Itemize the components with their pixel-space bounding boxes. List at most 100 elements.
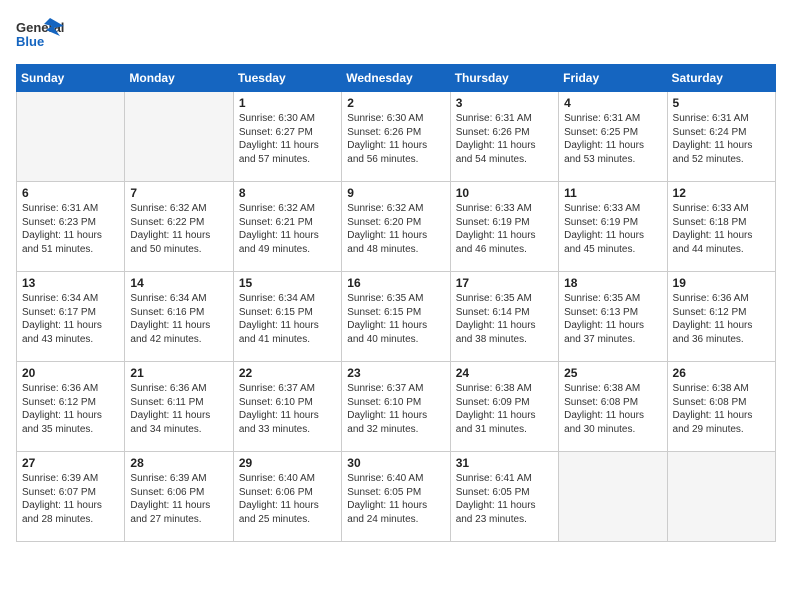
calendar-cell: 28 Sunrise: 6:39 AMSunset: 6:06 PMDayligh… — [125, 452, 233, 542]
calendar-cell: 11 Sunrise: 6:33 AMSunset: 6:19 PMDayligh… — [559, 182, 667, 272]
weekday-header: Friday — [559, 65, 667, 92]
cell-info: Sunrise: 6:31 AMSunset: 6:25 PMDaylight:… — [564, 112, 661, 166]
calendar-cell: 22Sunrise: 6:37 AMSunset: 6:10 PMDayligh… — [233, 362, 341, 452]
calendar-week: 6 Sunrise: 6:31 AMSunset: 6:23 PMDaylight… — [17, 182, 776, 272]
cell-info: Sunrise: 6:39 AMSunset: 6:06 PMDaylight:… — [130, 472, 227, 526]
day-number: 9 — [347, 186, 444, 200]
calendar-cell: 24 Sunrise: 6:38 AMSunset: 6:09 PMDayligh… — [450, 362, 558, 452]
calendar-cell: 15 Sunrise: 6:34 AMSunset: 6:15 PMDayligh… — [233, 272, 341, 362]
cell-info: Sunrise: 6:35 AMSunset: 6:15 PMDaylight:… — [347, 292, 444, 346]
calendar-cell — [667, 452, 775, 542]
day-number: 31 — [456, 456, 553, 470]
calendar-cell: 12 Sunrise: 6:33 AMSunset: 6:18 PMDayligh… — [667, 182, 775, 272]
cell-info: Sunrise: 6:31 AMSunset: 6:26 PMDaylight:… — [456, 112, 553, 166]
calendar-cell: 10 Sunrise: 6:33 AMSunset: 6:19 PMDayligh… — [450, 182, 558, 272]
cell-info: Sunrise: 6:39 AMSunset: 6:07 PMDaylight:… — [22, 472, 119, 526]
cell-info: Sunrise: 6:36 AMSunset: 6:12 PMDaylight:… — [22, 382, 119, 436]
day-number: 10 — [456, 186, 553, 200]
day-number: 24 — [456, 366, 553, 380]
day-number: 26 — [673, 366, 770, 380]
weekday-header: Monday — [125, 65, 233, 92]
day-number: 14 — [130, 276, 227, 290]
weekday-header: Wednesday — [342, 65, 450, 92]
day-number: 18 — [564, 276, 661, 290]
calendar-cell: 8 Sunrise: 6:32 AMSunset: 6:21 PMDaylight… — [233, 182, 341, 272]
day-number: 17 — [456, 276, 553, 290]
cell-info: Sunrise: 6:36 AMSunset: 6:11 PMDaylight:… — [130, 382, 227, 436]
calendar-cell: 25Sunrise: 6:38 AMSunset: 6:08 PMDayligh… — [559, 362, 667, 452]
calendar-cell: 3 Sunrise: 6:31 AMSunset: 6:26 PMDaylight… — [450, 92, 558, 182]
cell-info: Sunrise: 6:37 AMSunset: 6:10 PMDaylight:… — [347, 382, 444, 436]
day-number: 20 — [22, 366, 119, 380]
cell-info: Sunrise: 6:32 AMSunset: 6:22 PMDaylight:… — [130, 202, 227, 256]
svg-text:Blue: Blue — [16, 34, 44, 49]
cell-info: Sunrise: 6:36 AMSunset: 6:12 PMDaylight:… — [673, 292, 770, 346]
calendar-cell: 27 Sunrise: 6:39 AMSunset: 6:07 PMDayligh… — [17, 452, 125, 542]
calendar-cell: 4 Sunrise: 6:31 AMSunset: 6:25 PMDaylight… — [559, 92, 667, 182]
day-number: 13 — [22, 276, 119, 290]
calendar-cell: 29Sunrise: 6:40 AMSunset: 6:06 PMDayligh… — [233, 452, 341, 542]
weekday-header: Sunday — [17, 65, 125, 92]
cell-info: Sunrise: 6:32 AMSunset: 6:21 PMDaylight:… — [239, 202, 336, 256]
calendar-cell: 30 Sunrise: 6:40 AMSunset: 6:05 PMDayligh… — [342, 452, 450, 542]
day-number: 3 — [456, 96, 553, 110]
cell-info: Sunrise: 6:33 AMSunset: 6:19 PMDaylight:… — [456, 202, 553, 256]
cell-info: Sunrise: 6:38 AMSunset: 6:09 PMDaylight:… — [456, 382, 553, 436]
day-number: 15 — [239, 276, 336, 290]
logo: General Blue — [16, 16, 64, 54]
weekday-header: Saturday — [667, 65, 775, 92]
calendar-cell — [17, 92, 125, 182]
calendar-header: SundayMondayTuesdayWednesdayThursdayFrid… — [17, 65, 776, 92]
calendar-cell: 21 Sunrise: 6:36 AMSunset: 6:11 PMDayligh… — [125, 362, 233, 452]
calendar-cell: 31 Sunrise: 6:41 AMSunset: 6:05 PMDayligh… — [450, 452, 558, 542]
calendar-table: SundayMondayTuesdayWednesdayThursdayFrid… — [16, 64, 776, 542]
day-number: 2 — [347, 96, 444, 110]
calendar-cell: 17 Sunrise: 6:35 AMSunset: 6:14 PMDayligh… — [450, 272, 558, 362]
day-number: 23 — [347, 366, 444, 380]
cell-info: Sunrise: 6:31 AMSunset: 6:24 PMDaylight:… — [673, 112, 770, 166]
day-number: 21 — [130, 366, 227, 380]
calendar-cell: 23 Sunrise: 6:37 AMSunset: 6:10 PMDayligh… — [342, 362, 450, 452]
cell-info: Sunrise: 6:40 AMSunset: 6:05 PMDaylight:… — [347, 472, 444, 526]
cell-info: Sunrise: 6:41 AMSunset: 6:05 PMDaylight:… — [456, 472, 553, 526]
cell-info: Sunrise: 6:30 AMSunset: 6:26 PMDaylight:… — [347, 112, 444, 166]
cell-info: Sunrise: 6:31 AMSunset: 6:23 PMDaylight:… — [22, 202, 119, 256]
calendar-cell: 20 Sunrise: 6:36 AMSunset: 6:12 PMDayligh… — [17, 362, 125, 452]
calendar-cell: 14Sunrise: 6:34 AMSunset: 6:16 PMDayligh… — [125, 272, 233, 362]
cell-info: Sunrise: 6:35 AMSunset: 6:14 PMDaylight:… — [456, 292, 553, 346]
day-number: 6 — [22, 186, 119, 200]
calendar-cell: 13 Sunrise: 6:34 AMSunset: 6:17 PMDayligh… — [17, 272, 125, 362]
calendar-cell: 26 Sunrise: 6:38 AMSunset: 6:08 PMDayligh… — [667, 362, 775, 452]
day-number: 28 — [130, 456, 227, 470]
day-number: 19 — [673, 276, 770, 290]
cell-info: Sunrise: 6:32 AMSunset: 6:20 PMDaylight:… — [347, 202, 444, 256]
day-number: 1 — [239, 96, 336, 110]
cell-info: Sunrise: 6:38 AMSunset: 6:08 PMDaylight:… — [673, 382, 770, 436]
day-number: 7 — [130, 186, 227, 200]
cell-info: Sunrise: 6:30 AMSunset: 6:27 PMDaylight:… — [239, 112, 336, 166]
logo-icon: General Blue — [16, 16, 64, 54]
calendar-cell — [125, 92, 233, 182]
cell-info: Sunrise: 6:34 AMSunset: 6:17 PMDaylight:… — [22, 292, 119, 346]
day-number: 11 — [564, 186, 661, 200]
day-number: 30 — [347, 456, 444, 470]
calendar-week: 27 Sunrise: 6:39 AMSunset: 6:07 PMDayligh… — [17, 452, 776, 542]
day-number: 29 — [239, 456, 336, 470]
calendar-week: 13 Sunrise: 6:34 AMSunset: 6:17 PMDayligh… — [17, 272, 776, 362]
cell-info: Sunrise: 6:34 AMSunset: 6:15 PMDaylight:… — [239, 292, 336, 346]
weekday-row: SundayMondayTuesdayWednesdayThursdayFrid… — [17, 65, 776, 92]
cell-info: Sunrise: 6:33 AMSunset: 6:18 PMDaylight:… — [673, 202, 770, 256]
day-number: 16 — [347, 276, 444, 290]
weekday-header: Thursday — [450, 65, 558, 92]
calendar-cell: 6 Sunrise: 6:31 AMSunset: 6:23 PMDaylight… — [17, 182, 125, 272]
cell-info: Sunrise: 6:33 AMSunset: 6:19 PMDaylight:… — [564, 202, 661, 256]
calendar-week: 1 Sunrise: 6:30 AMSunset: 6:27 PMDaylight… — [17, 92, 776, 182]
day-number: 8 — [239, 186, 336, 200]
calendar-cell — [559, 452, 667, 542]
day-number: 4 — [564, 96, 661, 110]
weekday-header: Tuesday — [233, 65, 341, 92]
day-number: 12 — [673, 186, 770, 200]
page-header: General Blue — [16, 16, 776, 54]
calendar-cell: 5Sunrise: 6:31 AMSunset: 6:24 PMDaylight… — [667, 92, 775, 182]
day-number: 27 — [22, 456, 119, 470]
